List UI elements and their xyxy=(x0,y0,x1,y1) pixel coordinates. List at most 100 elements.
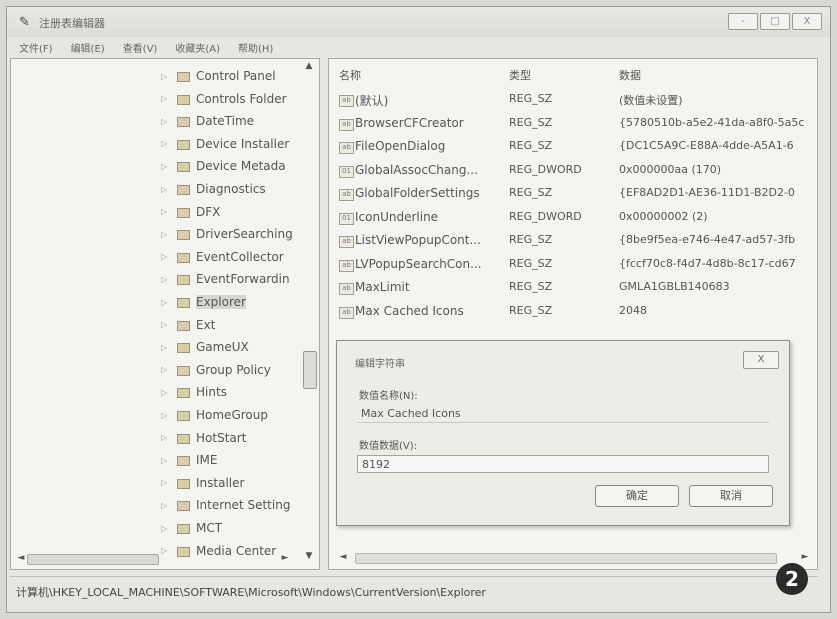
menu-favorites[interactable]: 收藏夹(A) xyxy=(175,40,220,55)
string-value-icon: ab xyxy=(339,236,354,248)
expand-arrow-icon[interactable]: ▷ xyxy=(161,162,171,171)
expand-arrow-icon[interactable]: ▷ xyxy=(161,524,171,533)
expand-arrow-icon[interactable]: ▷ xyxy=(161,139,171,148)
expand-arrow-icon[interactable]: ▷ xyxy=(161,478,171,487)
value-row[interactable]: ab ListViewPopupCont... REG_SZ {8be9f5ea-e7… xyxy=(329,230,817,252)
expand-arrow-icon[interactable]: ▷ xyxy=(161,72,171,81)
value-data-input[interactable]: 8192 xyxy=(357,455,769,473)
folder-icon xyxy=(177,160,190,173)
tree-item[interactable]: ▷ Internet Setting xyxy=(161,494,290,516)
expand-arrow-icon[interactable]: ▷ xyxy=(161,411,171,420)
tree-item[interactable]: ▷ Explorer xyxy=(161,291,246,313)
expand-arrow-icon[interactable]: ▷ xyxy=(161,343,171,352)
expand-arrow-icon[interactable]: ▷ xyxy=(161,433,171,442)
value-row[interactable]: ab MaxLimit REG_SZ GMLA1GBLB140683 xyxy=(329,277,817,299)
tree-item[interactable]: ▷ Installer xyxy=(161,472,244,494)
values-horizontal-scrollbar[interactable]: ◄ ► xyxy=(335,551,813,565)
tree-hscroll-thumb[interactable] xyxy=(27,554,159,565)
expand-arrow-icon[interactable]: ▷ xyxy=(161,456,171,465)
expand-arrow-icon[interactable]: ▷ xyxy=(161,94,171,103)
folder-icon xyxy=(177,409,190,421)
tree-item[interactable]: ▷ EventForwardin xyxy=(161,268,290,290)
value-name: Max Cached Icons xyxy=(355,303,464,318)
menu-file[interactable]: 文件(F) xyxy=(19,40,53,55)
dialog-title: 编辑字符串 xyxy=(355,359,405,370)
expand-arrow-icon[interactable]: ▷ xyxy=(161,388,171,397)
expand-arrow-icon[interactable]: ▷ xyxy=(161,365,171,374)
cancel-button[interactable]: 取消 xyxy=(689,485,773,507)
tree-item-label: HomeGroup xyxy=(196,408,268,422)
menu-edit[interactable]: 编辑(E) xyxy=(71,40,105,55)
title-bar: ✎ 注册表编辑器 - □ X xyxy=(7,7,830,37)
tree-item[interactable]: ▷ Ext xyxy=(161,314,215,336)
value-data: {fccf70c8-f4d7-4d8b-8c17-cd67 xyxy=(619,256,796,270)
tree-item-label: Diagnostics xyxy=(196,182,266,196)
tree-item[interactable]: ▷ Diagnostics xyxy=(161,178,266,200)
menu-view[interactable]: 查看(V) xyxy=(123,40,158,55)
menu-bar: 文件(F) 编辑(E) 查看(V) 收藏夹(A) 帮助(H) xyxy=(7,37,830,57)
value-row[interactable]: ab (默认) REG_SZ (数值未设置) xyxy=(329,89,817,111)
value-row[interactable]: ab GlobalFolderSettings REG_SZ {EF8AD2D1-AE… xyxy=(329,183,817,205)
value-row[interactable]: 01 GlobalAssocChang... REG_DWORD 0x000000aa… xyxy=(329,160,817,182)
tree-item[interactable]: ▷ GameUX xyxy=(161,336,249,358)
tree-item[interactable]: ▷ Hints xyxy=(161,381,227,403)
values-hscroll-thumb[interactable] xyxy=(355,553,777,564)
folder-icon xyxy=(177,228,190,241)
tree-item-label: Ext xyxy=(196,317,216,332)
value-row[interactable]: 01 IconUnderline REG_DWORD 0x00000002 (2) xyxy=(329,207,817,229)
tree-item[interactable]: ▷ DFX xyxy=(161,201,220,223)
maximize-button[interactable]: □ xyxy=(760,13,790,30)
expand-arrow-icon[interactable]: ▷ xyxy=(161,117,171,126)
expand-arrow-icon[interactable]: ▷ xyxy=(161,298,171,307)
expand-arrow-icon[interactable]: ▷ xyxy=(161,320,171,329)
string-value-icon: ab xyxy=(339,306,354,319)
expand-arrow-icon[interactable]: ▷ xyxy=(161,501,171,510)
expand-arrow-icon[interactable]: ▷ xyxy=(161,185,171,194)
scroll-down-arrow-icon[interactable]: ▼ xyxy=(301,551,317,561)
value-row[interactable]: ab BrowserCFCreator REG_SZ {5780510b-a5e2-4… xyxy=(329,113,817,135)
expand-arrow-icon[interactable]: ▷ xyxy=(161,207,171,216)
values-scroll-right-icon[interactable]: ► xyxy=(797,552,813,562)
tree-item-label: Control Panel xyxy=(196,69,276,83)
menu-help[interactable]: 帮助(H) xyxy=(238,40,273,55)
tree-item[interactable]: ▷ MCT xyxy=(161,517,222,539)
tree-item[interactable]: ▷ Controls Folder xyxy=(161,88,287,110)
tree-scroll-thumb[interactable] xyxy=(303,351,317,389)
value-row[interactable]: ab LVPopupSearchCon... REG_SZ {fccf70c8-f4d… xyxy=(329,254,817,276)
window-controls: - □ X xyxy=(728,13,822,30)
values-scroll-left-icon[interactable]: ◄ xyxy=(335,552,351,562)
value-name-label: 数值名称(N): xyxy=(359,391,418,402)
tree-item[interactable]: ▷ HomeGroup xyxy=(161,404,268,426)
expand-arrow-icon[interactable]: ▷ xyxy=(161,230,171,239)
tree-vertical-scrollbar[interactable]: ▲ ▼ xyxy=(301,61,317,561)
scroll-right-arrow-icon[interactable]: ► xyxy=(277,553,293,563)
scroll-up-arrow-icon[interactable]: ▲ xyxy=(301,61,317,71)
tree-item[interactable]: ▷ EventCollector xyxy=(161,246,284,268)
tree-item[interactable]: ▷ Device Installer xyxy=(161,133,289,155)
expand-arrow-icon[interactable]: ▷ xyxy=(161,275,171,284)
expand-arrow-icon[interactable]: ▷ xyxy=(161,252,171,261)
tree-item[interactable]: ▷ DriverSearching xyxy=(161,223,293,245)
value-type: REG_SZ xyxy=(509,92,553,105)
value-row[interactable]: ab Max Cached Icons REG_SZ 2048 xyxy=(329,301,817,323)
value-row[interactable]: ab FileOpenDialog REG_SZ {DC1C5A9C-E88A-4dd… xyxy=(329,136,817,158)
column-header-name[interactable]: 名称 xyxy=(339,67,361,83)
column-header-data[interactable]: 数据 xyxy=(619,67,641,83)
tree-item[interactable]: ▷ IME xyxy=(161,449,217,471)
close-button[interactable]: X xyxy=(792,13,822,30)
tree-item-label: Group Policy xyxy=(196,362,271,377)
dialog-close-button[interactable]: X xyxy=(743,351,779,369)
minimize-button[interactable]: - xyxy=(728,13,758,30)
tree-item[interactable]: ▷ Group Policy xyxy=(161,359,271,381)
ok-button[interactable]: 确定 xyxy=(595,485,679,507)
column-header-type[interactable]: 类型 xyxy=(509,67,531,83)
tree-item[interactable]: ▷ Device Metada xyxy=(161,155,286,177)
tree-horizontal-scrollbar[interactable]: ◄ ► xyxy=(13,551,293,567)
folder-icon xyxy=(177,477,190,489)
value-type: REG_SZ xyxy=(509,303,553,317)
tree-item[interactable]: ▷ Control Panel xyxy=(161,65,276,87)
tree-item[interactable]: ▷ HotStart xyxy=(161,427,246,449)
status-bar: 计算机\HKEY_LOCAL_MACHINE\SOFTWARE\Microsof… xyxy=(10,576,818,603)
tree-item-label: Device Installer xyxy=(196,136,290,151)
tree-item[interactable]: ▷ DateTime xyxy=(161,110,254,132)
